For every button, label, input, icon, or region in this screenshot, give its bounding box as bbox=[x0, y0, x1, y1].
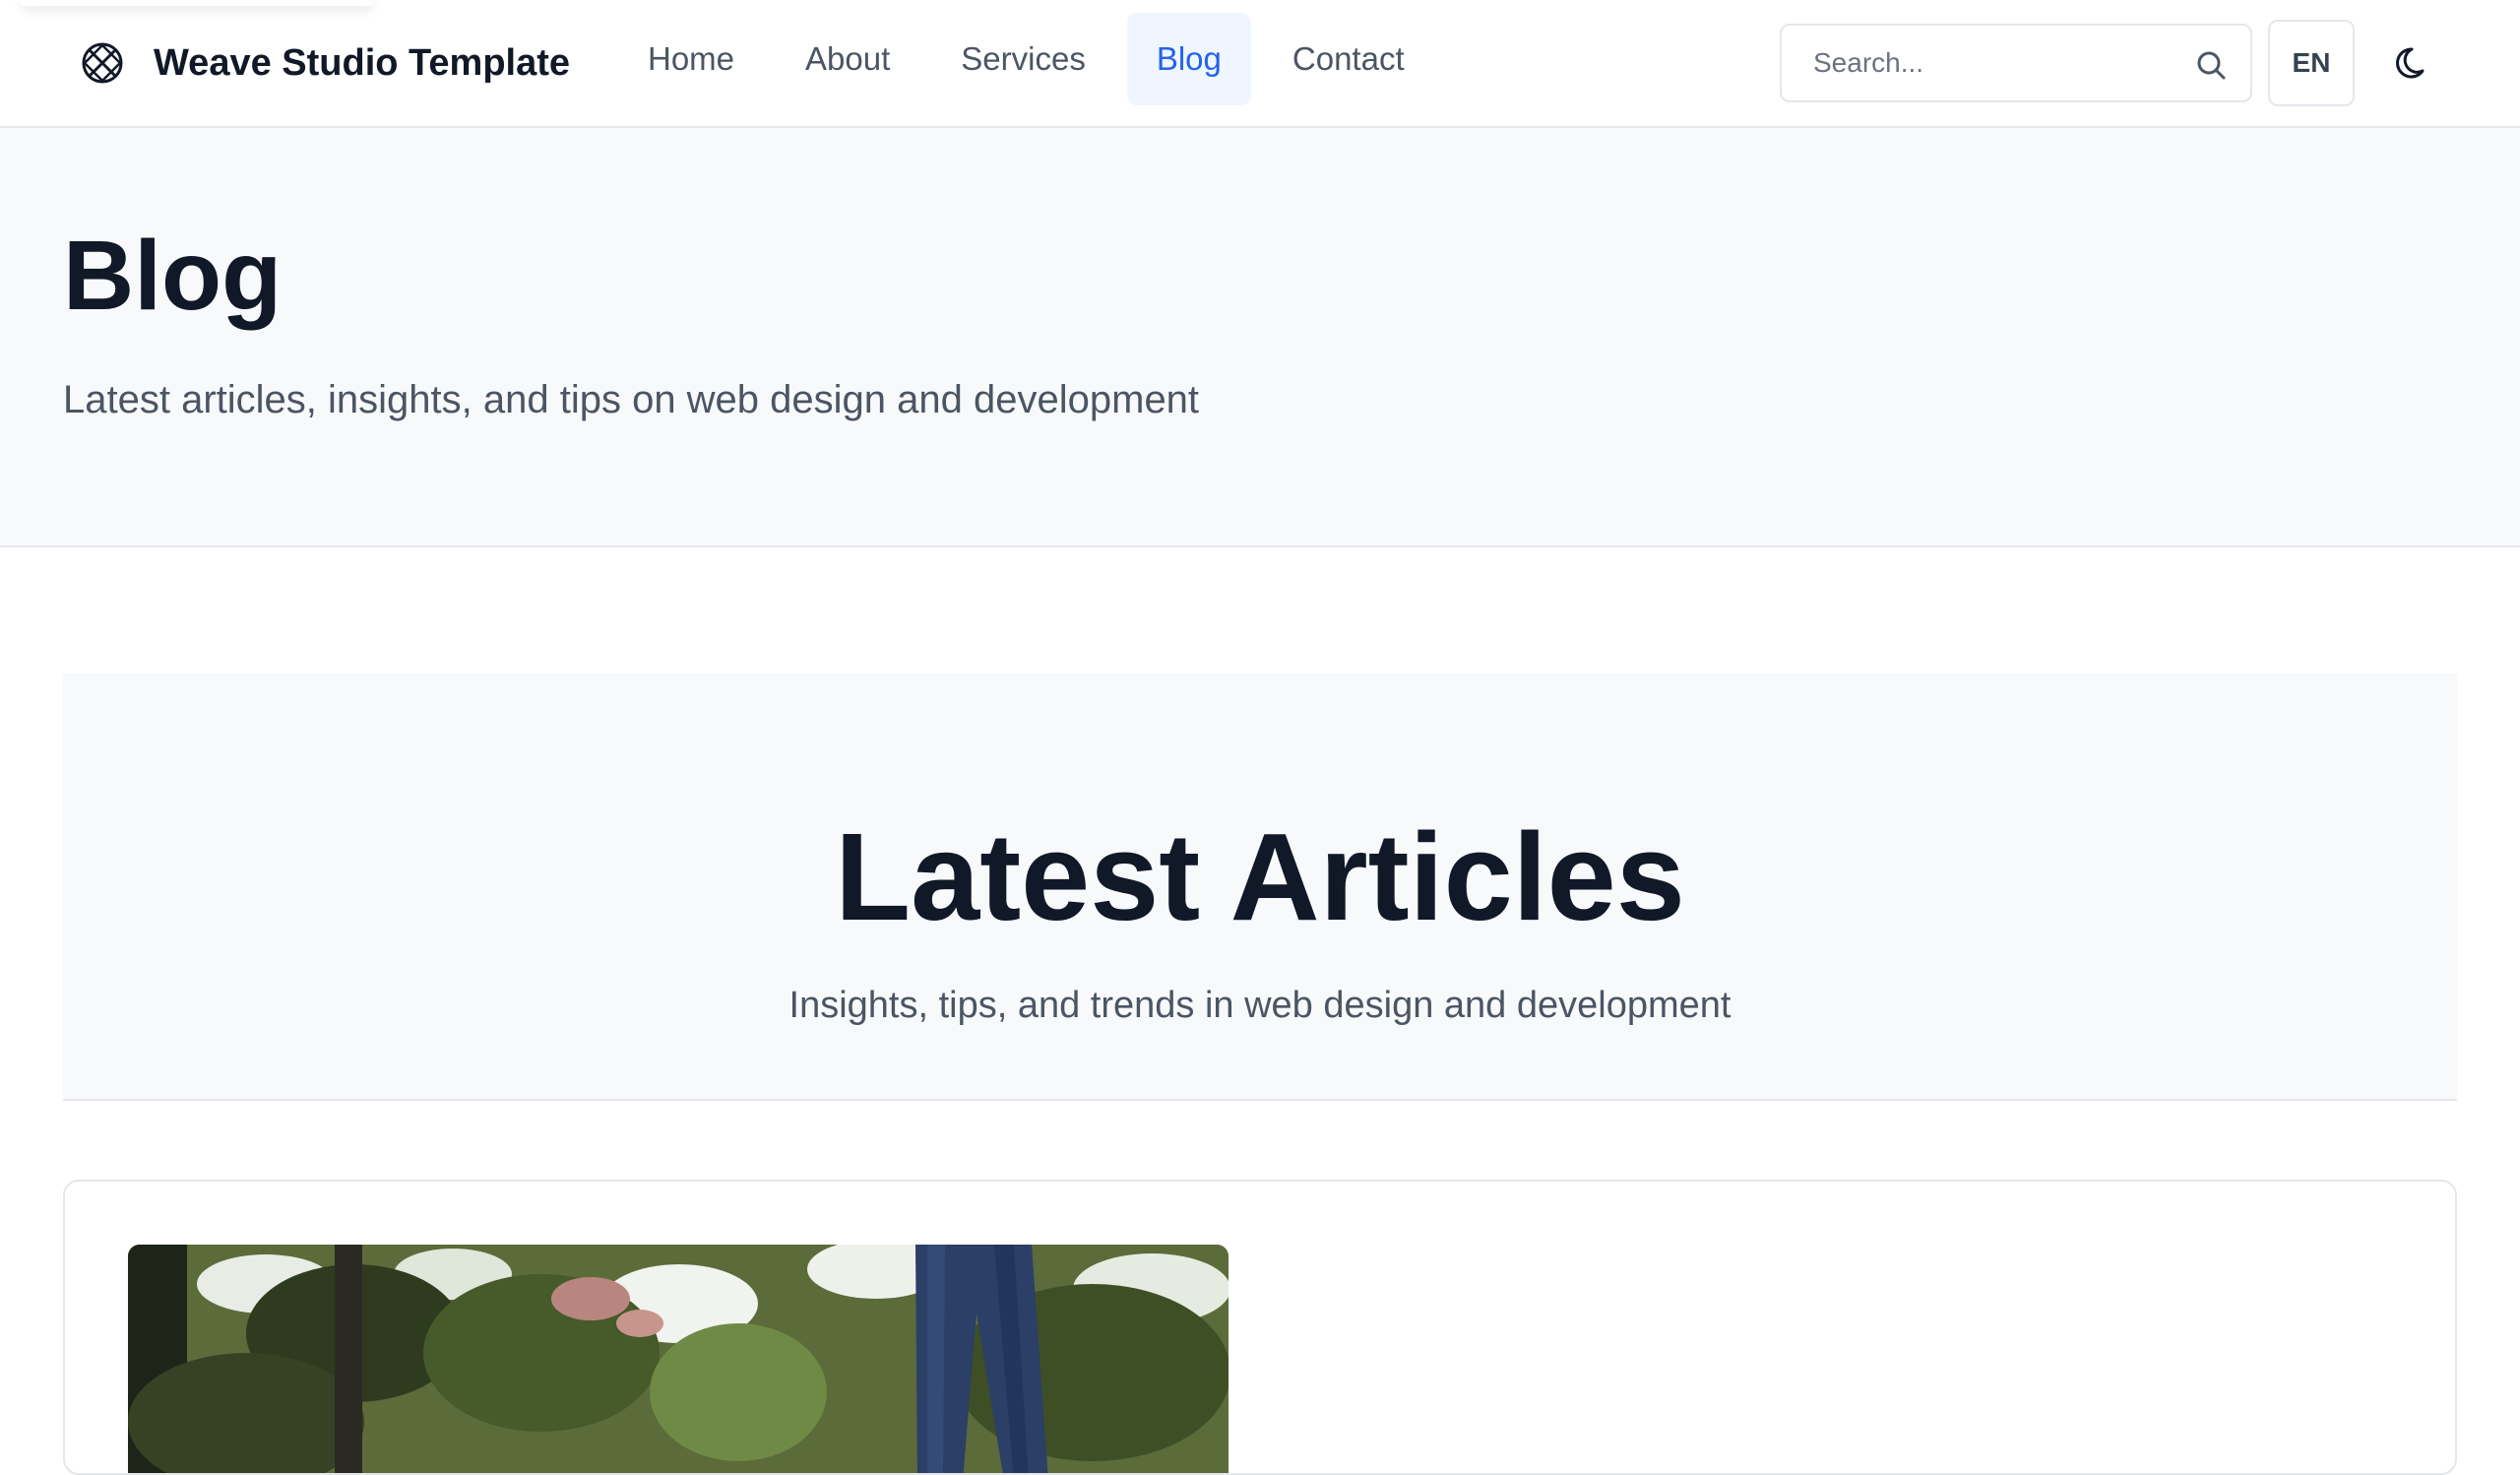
site-header: Weave Studio Template Home About Service… bbox=[0, 0, 2520, 128]
nav-item-home[interactable]: Home bbox=[618, 13, 764, 105]
brand-name: Weave Studio Template bbox=[154, 41, 571, 84]
weave-logo-icon bbox=[82, 42, 123, 84]
main-nav: Home About Services Blog Contact bbox=[618, 13, 1446, 105]
search-box bbox=[1780, 24, 2252, 102]
search-icon[interactable] bbox=[2193, 47, 2229, 83]
page-subtitle: Latest articles, insights, and tips on w… bbox=[63, 378, 1200, 421]
article-photo bbox=[128, 1245, 1228, 1473]
nav-item-blog[interactable]: Blog bbox=[1126, 13, 1251, 105]
article-card[interactable] bbox=[63, 1180, 2457, 1475]
nav-item-contact[interactable]: Contact bbox=[1263, 13, 1434, 105]
section-subtitle: Insights, tips, and trends in web design… bbox=[788, 985, 1732, 1026]
header-shadow-decoration bbox=[20, 0, 374, 6]
search-input[interactable] bbox=[1782, 26, 2175, 100]
moon-icon bbox=[2396, 47, 2425, 79]
page-title: Blog bbox=[63, 221, 283, 331]
section-title: Latest Articles bbox=[835, 807, 1685, 946]
latest-articles-banner: Latest Articles Insights, tips, and tren… bbox=[63, 673, 2457, 1101]
nav-item-services[interactable]: Services bbox=[931, 13, 1115, 105]
brand-link[interactable]: Weave Studio Template bbox=[79, 35, 570, 91]
article-image[interactable] bbox=[128, 1245, 1228, 1473]
page-hero: Blog Latest articles, insights, and tips… bbox=[0, 128, 2520, 547]
language-button[interactable]: EN bbox=[2268, 20, 2355, 106]
theme-toggle-button[interactable] bbox=[2386, 35, 2441, 91]
nav-item-about[interactable]: About bbox=[776, 13, 919, 105]
